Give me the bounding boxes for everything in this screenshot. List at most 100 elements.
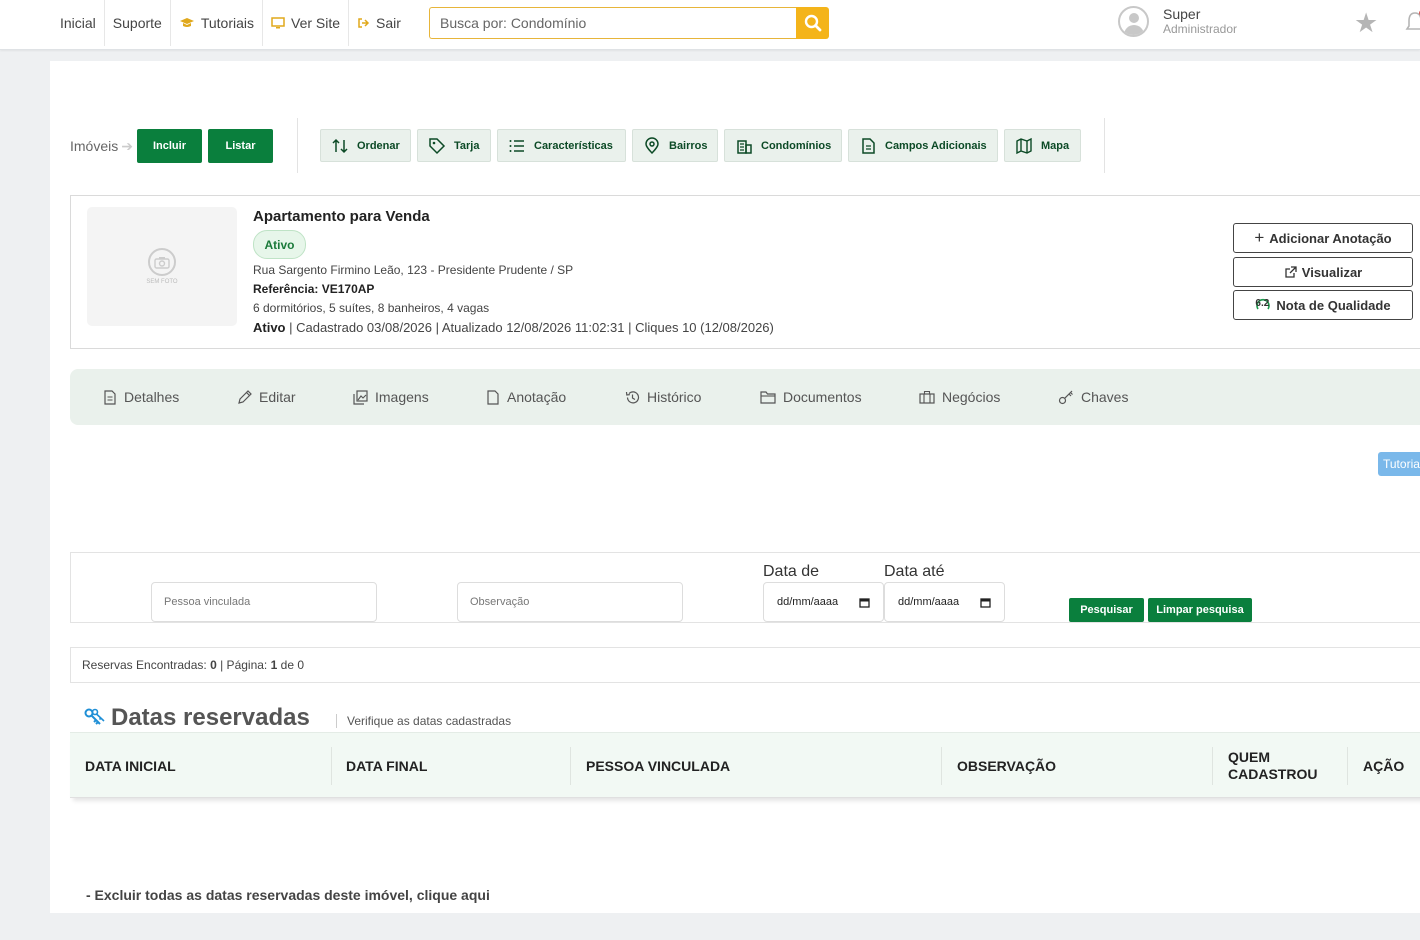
tutorial-button[interactable]: Tutorial: [1378, 452, 1420, 476]
tab-documentos[interactable]: Documentos: [760, 369, 862, 425]
delete-all-reservations-link[interactable]: - Excluir todas as datas reservadas dest…: [86, 887, 490, 903]
reservations-heading: Datas reservadas: [84, 704, 310, 732]
nav-tutoriais[interactable]: Tutoriais: [171, 0, 264, 46]
quality-gauge-icon: 6.2: [1255, 297, 1271, 313]
list-icon: [509, 139, 524, 152]
calendar-icon: [859, 597, 870, 608]
tool-label: Mapa: [1041, 139, 1070, 152]
tab-negocios[interactable]: Negócios: [919, 369, 1000, 425]
tool-caracteristicas[interactable]: Características: [497, 129, 626, 162]
tool-bairros[interactable]: Bairros: [632, 129, 718, 162]
tool-label: Tarja: [454, 139, 480, 152]
user-role: Administrador: [1163, 22, 1238, 36]
date-from-input[interactable]: dd/mm/aaaa: [763, 582, 884, 622]
column-header: DATA INICIAL: [85, 757, 176, 774]
reference-value: VE170AP: [321, 282, 375, 296]
tab-label: Anotação: [507, 389, 567, 405]
quality-score-button[interactable]: 6.2 Nota de Qualidade: [1233, 290, 1413, 320]
status-info: | Cadastrado 03/08/2026 | Atualizado 12/…: [285, 320, 774, 335]
tab-anotacao[interactable]: Anotação: [486, 369, 566, 425]
tab-label: Documentos: [783, 389, 862, 405]
tool-label: Condomínios: [761, 139, 832, 152]
sort-icon: [332, 138, 348, 153]
clear-filter-button[interactable]: Limpar pesquisa: [1148, 598, 1252, 622]
nav-inicial[interactable]: Inicial: [52, 0, 105, 46]
tab-label: Histórico: [647, 389, 702, 405]
tab-historico[interactable]: Histórico: [625, 369, 701, 425]
status-badge: Ativo: [253, 230, 306, 259]
divider: [336, 714, 337, 728]
property-address: Rua Sargento Firmino Leão, 123 - Preside…: [253, 263, 574, 277]
keys-icon: [84, 708, 105, 725]
user-menu[interactable]: Super Administrador: [1118, 6, 1237, 37]
property-status-line: Ativo | Cadastrado 03/08/2026 | Atualiza…: [253, 320, 774, 335]
reference-label: Referência:: [253, 282, 319, 296]
no-photo-label: SEM FOTO: [146, 279, 178, 285]
linked-person-input[interactable]: Pessoa vinculada: [151, 582, 377, 622]
list-button[interactable]: Listar: [208, 129, 273, 163]
search-input[interactable]: [429, 7, 797, 39]
camera-icon: [148, 248, 176, 276]
building-icon: [737, 139, 752, 154]
results-page-label: | Página:: [220, 658, 268, 672]
reservations-subtitle: Verifique as datas cadastradas: [347, 714, 512, 728]
results-page-of: de 0: [280, 658, 304, 672]
pencil-icon: [238, 389, 252, 404]
tool-campos-adicionais[interactable]: Campos Adicionais: [848, 129, 998, 162]
date-placeholder: dd/mm/aaaa: [898, 596, 960, 608]
results-page: 1: [270, 658, 278, 672]
search-box: [429, 7, 829, 39]
observation-input[interactable]: Observação: [457, 582, 683, 622]
nav-label: Inicial: [60, 15, 96, 31]
tool-condominios[interactable]: Condomínios: [724, 129, 842, 162]
tool-tarja[interactable]: Tarja: [417, 129, 491, 162]
search-filter-button[interactable]: Pesquisar: [1069, 598, 1144, 622]
date-from-label: Data de: [763, 563, 820, 580]
sign-out-icon: [358, 18, 370, 28]
add-annotation-button[interactable]: + Adicionar Anotação: [1233, 223, 1413, 253]
column-header: PESSOA VINCULADA: [586, 757, 731, 774]
document-icon: [862, 137, 875, 154]
tab-imagens[interactable]: Imagens: [353, 369, 429, 425]
tool-label: Campos Adicionais: [885, 139, 987, 152]
arrow-right-icon: ➔: [121, 137, 133, 154]
button-label: Adicionar Anotação: [1269, 230, 1392, 246]
property-photo-placeholder: SEM FOTO: [87, 207, 237, 326]
folder-icon: [760, 391, 776, 404]
bell-icon[interactable]: [1404, 10, 1420, 36]
key-icon: [1058, 390, 1073, 404]
nav-sair[interactable]: Sair: [349, 0, 409, 46]
tab-detalhes[interactable]: Detalhes: [103, 369, 179, 425]
tool-label: Bairros: [669, 139, 708, 152]
button-label: Nota de Qualidade: [1276, 297, 1391, 313]
breadcrumb-label: Imóveis: [70, 138, 119, 154]
tab-chaves[interactable]: Chaves: [1058, 369, 1128, 425]
divider: [297, 118, 298, 173]
column-header: QUEM CADASTROU: [1228, 749, 1318, 782]
map-icon: [1016, 137, 1032, 154]
nav-label: Ver Site: [291, 15, 341, 31]
nav-ver-site[interactable]: Ver Site: [263, 0, 350, 46]
tab-editar[interactable]: Editar: [237, 369, 296, 425]
plus-icon: +: [1254, 228, 1265, 247]
column-header: DATA FINAL: [346, 757, 428, 774]
results-found-label: Reservas Encontradas:: [82, 658, 207, 672]
tab-label: Detalhes: [124, 389, 180, 405]
date-to-input[interactable]: dd/mm/aaaa: [884, 582, 1005, 622]
history-icon: [625, 390, 640, 403]
view-button[interactable]: Visualizar: [1233, 257, 1413, 287]
nav-label: Suporte: [112, 15, 162, 31]
include-button[interactable]: Incluir: [137, 129, 202, 163]
tool-ordenar[interactable]: Ordenar: [320, 129, 411, 162]
tool-mapa[interactable]: Mapa: [1004, 129, 1081, 162]
tag-icon: [429, 137, 446, 154]
star-icon[interactable]: ★: [1354, 9, 1378, 37]
search-button[interactable]: [796, 7, 829, 39]
property-tabs: Detalhes Editar Imagens Anotação Históri…: [70, 369, 1420, 425]
column-header: AÇÃO: [1363, 757, 1405, 774]
tool-label: Características: [534, 139, 613, 152]
top-nav: Inicial Suporte Tutoriais Ver Site Sair: [52, 0, 409, 46]
nav-suporte[interactable]: Suporte: [105, 0, 171, 46]
reservations-table-header: DATA INICIAL DATA FINAL PESSOA VINCULADA…: [70, 732, 1420, 798]
button-label: Visualizar: [1301, 264, 1363, 280]
